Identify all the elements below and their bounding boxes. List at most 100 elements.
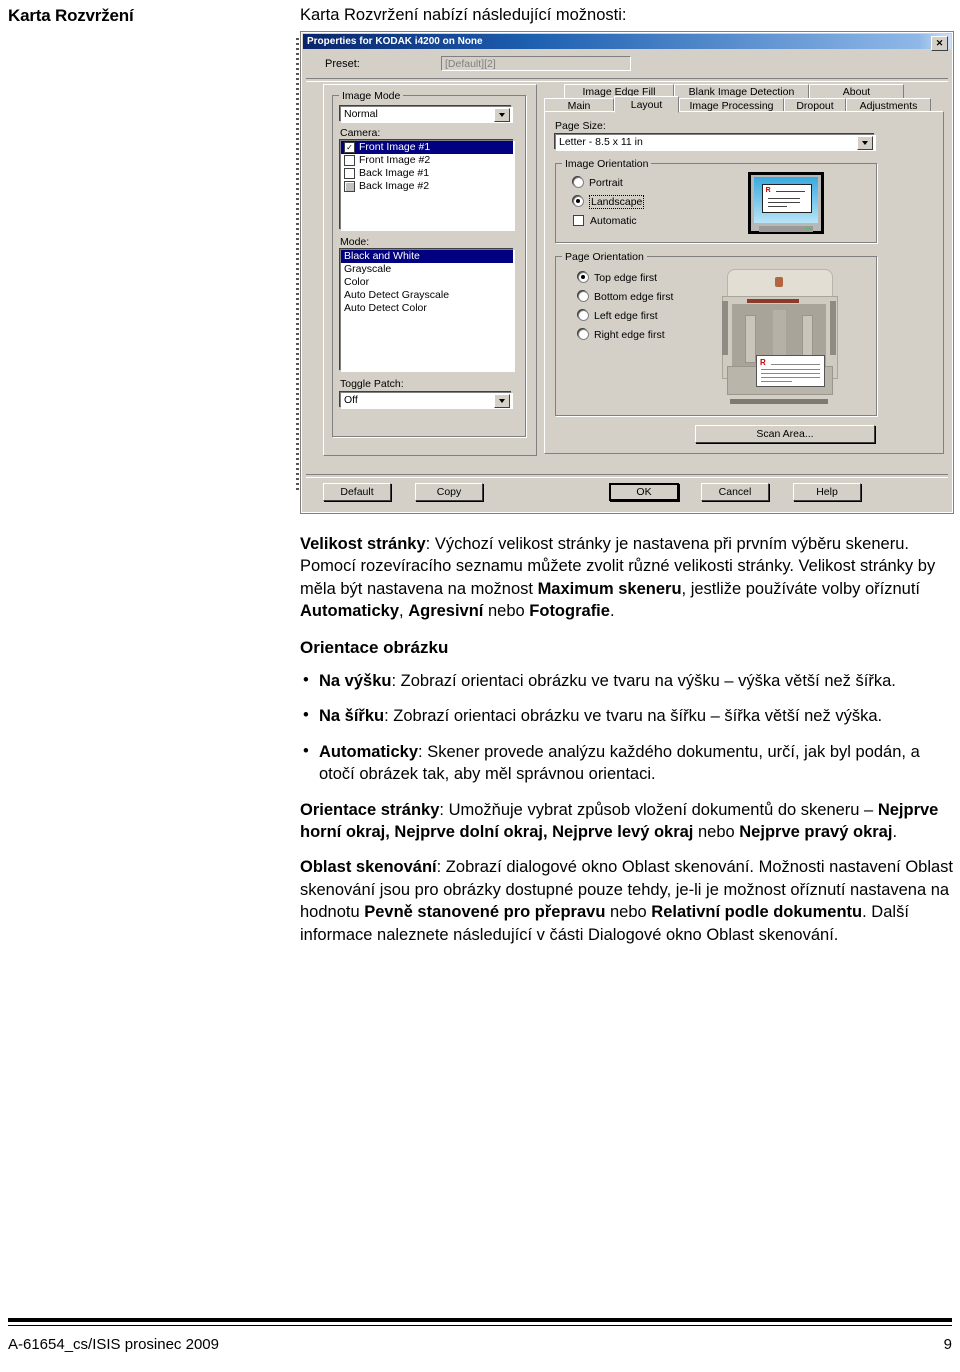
preset-field[interactable]: [Default][2]	[441, 56, 631, 71]
list-item-label: Color	[344, 276, 370, 288]
checkbox-icon[interactable]	[344, 155, 355, 166]
lead-in-page-size: Velikost stránky	[300, 535, 426, 553]
preset-label: Preset:	[325, 58, 360, 70]
close-icon[interactable]: ✕	[931, 36, 948, 51]
list-item[interactable]: Black and White	[341, 250, 513, 263]
emphasis: Pevně stanovené pro přepravu	[364, 903, 606, 922]
ok-button[interactable]: OK	[609, 483, 679, 501]
list-item-label: Back Image #2	[359, 180, 430, 192]
image-orientation-group: Image Orientation Portrait Landscape Aut…	[555, 158, 877, 243]
emphasis: Maximum skeneru	[537, 579, 682, 598]
text: , jestliže používáte volby oříznutí	[681, 579, 920, 598]
kodak-logo-icon: R	[759, 357, 766, 367]
paragraph-page-size: Velikost stránky: Výchozí velikost strán…	[300, 533, 955, 623]
help-button[interactable]: Help	[793, 483, 861, 501]
page-orientation-group: Page Orientation Top edge first Bottom e…	[555, 251, 877, 416]
dialog-title-text: Properties for KODAK i4200 on None	[307, 36, 483, 47]
lead-in: Na šířku	[319, 707, 385, 726]
radio-icon[interactable]	[578, 310, 589, 321]
section-heading-image-orientation: Orientace obrázku	[300, 637, 449, 657]
list-item[interactable]: Back Image #1	[341, 167, 513, 180]
list-item-portrait: Na výšku: Zobrazí orientaci obrázku ve t…	[300, 669, 955, 692]
radio-icon[interactable]	[578, 329, 589, 340]
scanner-label-strip	[746, 298, 799, 303]
list-item[interactable]: Auto Detect Grayscale	[341, 289, 513, 302]
chevron-down-icon[interactable]	[857, 136, 873, 150]
toggle-patch-select[interactable]: Off	[340, 392, 512, 408]
radio-portrait[interactable]: Portrait	[573, 176, 623, 189]
checkbox-icon[interactable]	[344, 181, 355, 192]
footer-page-number: 9	[943, 1336, 952, 1353]
list-item[interactable]: ✓ Front Image #1	[341, 141, 513, 154]
radio-right-edge-first[interactable]: Right edge first	[578, 328, 665, 341]
list-item-label: Auto Detect Grayscale	[344, 289, 450, 301]
list-item-label: Back Image #1	[359, 167, 430, 179]
image-mode-select[interactable]: Normal	[340, 106, 512, 122]
preset-row: Preset: [Default][2]	[311, 56, 943, 74]
page-footer: A-61654_cs/ISIS prosinec 2009 9	[8, 1336, 952, 1353]
mode-label: Mode:	[340, 236, 370, 248]
list-item[interactable]: Color	[341, 276, 513, 289]
copy-button[interactable]: Copy	[415, 483, 483, 501]
radio-bottom-edge-first[interactable]: Bottom edge first	[578, 290, 673, 303]
chevron-down-icon[interactable]	[494, 394, 510, 408]
checkbox-icon[interactable]	[344, 168, 355, 179]
image-mode-group: Image Mode Normal Camera: ✓ Front Image …	[332, 90, 526, 437]
list-item-label: Black and White	[344, 250, 420, 262]
radio-landscape[interactable]: Landscape	[573, 194, 645, 209]
scanner-base	[729, 398, 829, 404]
tab-layout[interactable]: Layout	[614, 96, 679, 113]
scanner-illustration: R	[714, 269, 844, 404]
kodak-logo-icon: R	[765, 187, 771, 195]
page-title: Karta Rozvržení	[8, 6, 134, 25]
right-tab-pane: Image Edge Fill Blank Image Detection Ab…	[544, 84, 944, 454]
emphasis: Fotografie	[529, 602, 610, 621]
radio-icon[interactable]	[578, 291, 589, 302]
scanner-side-left	[721, 301, 729, 356]
lead-in-scan-area: Oblast skenování	[300, 858, 437, 877]
radio-top-edge-first-label: Top edge first	[594, 271, 658, 284]
radio-bottom-edge-first-label: Bottom edge first	[594, 290, 674, 303]
radio-icon[interactable]	[573, 196, 584, 207]
list-item[interactable]: Auto Detect Color	[341, 302, 513, 315]
list-item[interactable]: Grayscale	[341, 263, 513, 276]
tab-blank-image-detection[interactable]: Blank Image Detection	[674, 84, 809, 99]
radio-icon[interactable]	[573, 177, 584, 188]
dialog-bottom-separator	[306, 474, 948, 478]
text: : Umožňuje vybrat způsob vložení dokumen…	[439, 800, 878, 819]
camera-listbox[interactable]: ✓ Front Image #1 Front Image #2 Back Ima…	[340, 140, 514, 230]
checkbox-icon[interactable]	[573, 215, 584, 226]
running-head: Karta Rozvržení	[8, 6, 288, 26]
list-item-landscape: Na šířku: Zobrazí orientaci obrázku ve t…	[300, 704, 955, 727]
radio-left-edge-first-label: Left edge first	[594, 309, 658, 322]
checkbox-automatic[interactable]: Automatic	[573, 214, 637, 227]
text: ,	[399, 602, 409, 621]
mode-listbox[interactable]: Black and White Grayscale Color Auto Det…	[340, 249, 514, 371]
cancel-button[interactable]: Cancel	[701, 483, 769, 501]
dialog-separator	[306, 78, 948, 82]
checkbox-automatic-label: Automatic	[590, 214, 637, 227]
radio-icon[interactable]	[578, 272, 589, 283]
paragraph-page-orientation: Orientace stránky: Umožňuje vybrat způso…	[300, 799, 955, 844]
page-size-select[interactable]: Letter - 8.5 x 11 in	[555, 134, 875, 150]
toggle-patch-value: Off	[344, 394, 358, 406]
image-mode-group-label: Image Mode	[339, 90, 404, 102]
tab-about[interactable]: About	[809, 84, 904, 99]
list-item-label: Front Image #2	[359, 154, 431, 166]
list-item[interactable]: Front Image #2	[341, 154, 513, 167]
scan-area-button[interactable]: Scan Area...	[695, 425, 875, 443]
list-item[interactable]: Back Image #2	[341, 180, 513, 193]
checkbox-icon[interactable]: ✓	[344, 142, 355, 153]
radio-top-edge-first[interactable]: Top edge first	[578, 271, 657, 284]
image-mode-value: Normal	[344, 108, 378, 120]
list-item-automatic: Automaticky: Skener provede analýzu každ…	[300, 740, 955, 786]
toggle-patch-label: Toggle Patch:	[340, 378, 404, 390]
default-button[interactable]: Default	[323, 483, 391, 501]
scanner-side-right	[829, 301, 837, 356]
footer-rule-thin	[8, 1325, 952, 1326]
radio-left-edge-first[interactable]: Left edge first	[578, 309, 658, 322]
emphasis: Relativní podle dokumentu	[651, 903, 863, 922]
footer-rule	[8, 1318, 952, 1322]
scanner-knob-icon	[775, 277, 783, 287]
chevron-down-icon[interactable]	[494, 108, 510, 122]
